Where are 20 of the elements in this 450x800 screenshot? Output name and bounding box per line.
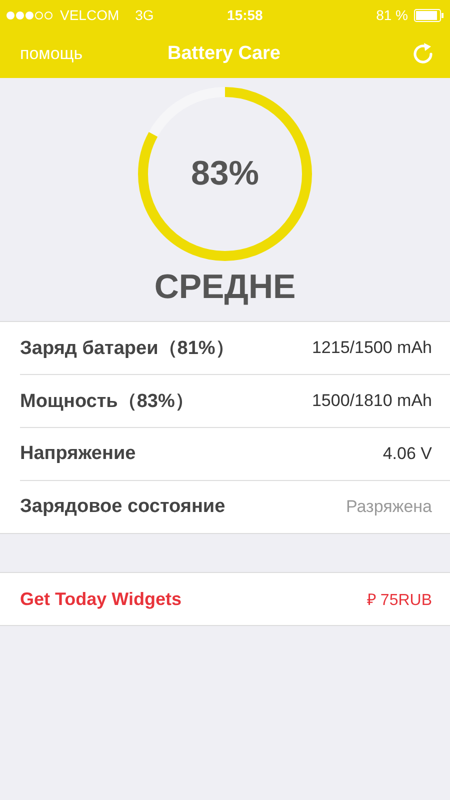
stat-label: Мощность（83%） (20, 390, 194, 414)
stat-label: Зарядовое состояние (20, 496, 226, 518)
percent-reading: 83% (190, 154, 260, 194)
stat-label: Заряд батареи（81%） (20, 337, 234, 361)
app-title: Battery Care (166, 43, 282, 65)
battery-percent: 81 % (376, 7, 408, 23)
health-rating: СРЕДНЕ (154, 268, 296, 307)
stat-value: Разряжена (346, 497, 432, 517)
offer-price: ₽ 75RUB (366, 591, 432, 610)
widgets-offer-row[interactable]: Get Today Widgets ₽ 75RUB (0, 572, 450, 626)
stat-label: Напряжение (20, 443, 136, 465)
stat-value: 1500/1810 mAh (312, 391, 432, 411)
clock: 15:58 (226, 7, 264, 23)
carrier-name: VELCOM (60, 7, 120, 23)
stat-value: 4.06 V (382, 444, 432, 464)
offer-label: Get Today Widgets (20, 588, 182, 610)
network-type: 3G (135, 7, 154, 23)
battery-icon (414, 8, 444, 22)
stat-value: 1215/1500 mAh (312, 338, 432, 358)
signal-icon (6, 10, 54, 20)
